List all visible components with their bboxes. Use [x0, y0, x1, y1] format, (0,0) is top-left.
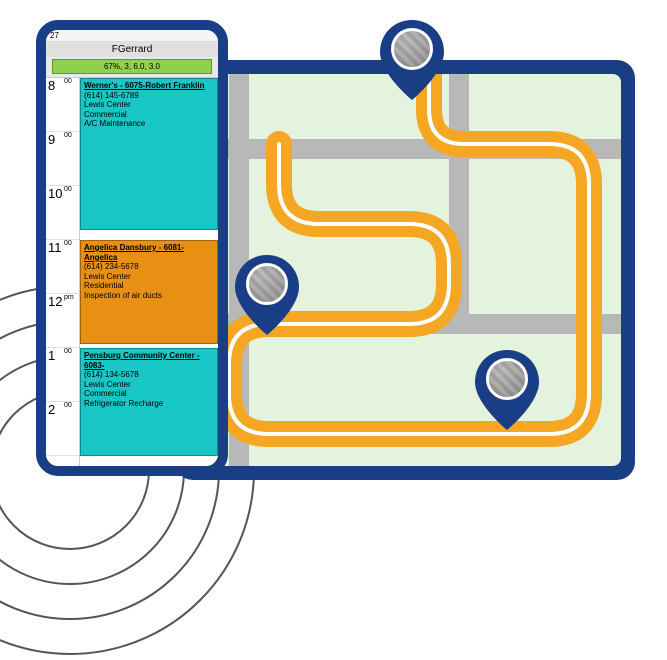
- time-hour: 9: [48, 132, 55, 147]
- map-card: [175, 60, 635, 480]
- appointment-loc: Lewis Center: [84, 100, 214, 110]
- appointment-block[interactable]: Angelica Dansbury - 6081-Angelica(614) 2…: [80, 240, 218, 344]
- time-slot: 8 00: [46, 78, 79, 132]
- road: [449, 74, 469, 324]
- location-pin-3[interactable]: [475, 350, 539, 430]
- pin-photo: [246, 263, 288, 305]
- time-slot: 1100: [46, 240, 79, 294]
- time-slot: 12pm: [46, 294, 79, 348]
- appointment-type: Residential: [84, 281, 214, 291]
- location-pin-1[interactable]: [380, 20, 444, 100]
- appointment-loc: Lewis Center: [84, 380, 214, 390]
- schedule-header: 27 FGerrard 67%, 3, 6.0, 3.0: [46, 30, 218, 78]
- time-suffix: 00: [64, 132, 72, 139]
- appointment-block[interactable]: Werner's - 6075-Robert Franklin(614) 145…: [80, 78, 218, 230]
- time-gutter: 8009001000110012pm100200: [46, 78, 80, 466]
- schedule-date: 27: [46, 30, 218, 42]
- schedule-panel: 27 FGerrard 67%, 3, 6.0, 3.0 80090010001…: [36, 20, 228, 476]
- appointment-type: Commercial: [84, 389, 214, 399]
- time-hour: 1: [48, 348, 55, 363]
- stats-bar: 67%, 3, 6.0, 3.0: [52, 59, 212, 74]
- time-suffix: pm: [64, 294, 74, 301]
- time-slot: 2 00: [46, 402, 79, 456]
- schedule-body: 8009001000110012pm100200 Werner's - 6075…: [46, 78, 218, 466]
- appointment-type: Commercial: [84, 110, 214, 120]
- time-slot: 9 00: [46, 132, 79, 186]
- time-hour: 11: [48, 240, 62, 255]
- time-suffix: 00: [64, 402, 72, 409]
- pin-photo: [391, 28, 433, 70]
- appointment-desc: Inspection of air ducts: [84, 291, 214, 301]
- appointment-phone: (614) 145-6789: [84, 91, 214, 101]
- time-suffix: 00: [64, 78, 72, 85]
- appointment-title: Pensburg Community Center - 6083-: [84, 351, 214, 370]
- time-hour: 12: [48, 294, 62, 309]
- appointment-phone: (614) 234-5678: [84, 262, 214, 272]
- appointment-loc: Lewis Center: [84, 272, 214, 282]
- appointment-desc: Refrigerator Recharge: [84, 399, 214, 409]
- location-pin-2[interactable]: [235, 255, 299, 335]
- time-slot: 1 00: [46, 348, 79, 402]
- time-hour: 2: [48, 402, 55, 417]
- appointment-title: Werner's - 6075-Robert Franklin: [84, 81, 214, 91]
- tech-name: FGerrard: [46, 42, 218, 57]
- time-slot: 1000: [46, 186, 79, 240]
- appointment-column: Werner's - 6075-Robert Franklin(614) 145…: [80, 78, 218, 466]
- time-hour: 8: [48, 78, 55, 93]
- appointment-title: Angelica Dansbury - 6081-Angelica: [84, 243, 214, 262]
- appointment-phone: (614) 134-5678: [84, 370, 214, 380]
- time-suffix: 00: [64, 348, 72, 355]
- appointment-block[interactable]: Pensburg Community Center - 6083-(614) 1…: [80, 348, 218, 456]
- time-suffix: 00: [64, 240, 72, 247]
- appointment-desc: A/C Maintenance: [84, 119, 214, 129]
- pin-photo: [486, 358, 528, 400]
- time-suffix: 00: [64, 186, 72, 193]
- time-hour: 10: [48, 186, 62, 201]
- road: [189, 139, 621, 159]
